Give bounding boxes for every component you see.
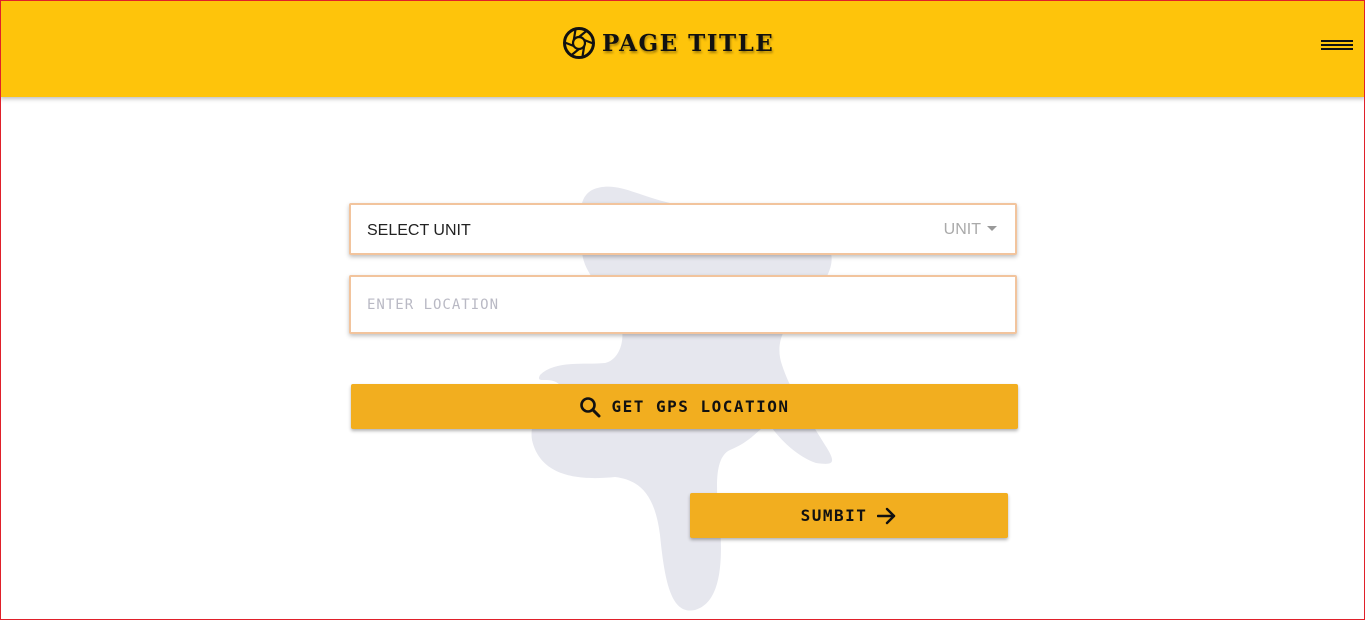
- unit-dropdown-value: UNIT: [943, 221, 981, 238]
- select-unit-label: SELECT UNIT: [367, 222, 471, 239]
- location-input[interactable]: [351, 277, 1015, 332]
- arrow-right-icon: [877, 507, 896, 524]
- get-gps-location-label: GET GPS LOCATION: [611, 397, 790, 416]
- aperture-icon: [563, 27, 595, 59]
- brand[interactable]: PAGE TITLE: [562, 26, 774, 60]
- header-bar: PAGE TITLE: [0, 0, 1365, 97]
- caret-down-icon: [987, 226, 997, 231]
- search-icon: [580, 396, 601, 417]
- unit-dropdown[interactable]: UNIT: [944, 221, 997, 239]
- unit-field: SELECT UNIT UNIT: [349, 203, 1017, 255]
- page-title: PAGE TITLE: [602, 29, 775, 57]
- hamburger-menu-icon[interactable]: [1318, 35, 1356, 55]
- get-gps-location-button[interactable]: GET GPS LOCATION: [351, 384, 1018, 429]
- submit-button-label: SUMBIT: [800, 506, 868, 525]
- submit-button[interactable]: SUMBIT: [690, 493, 1008, 538]
- location-field: [349, 275, 1017, 334]
